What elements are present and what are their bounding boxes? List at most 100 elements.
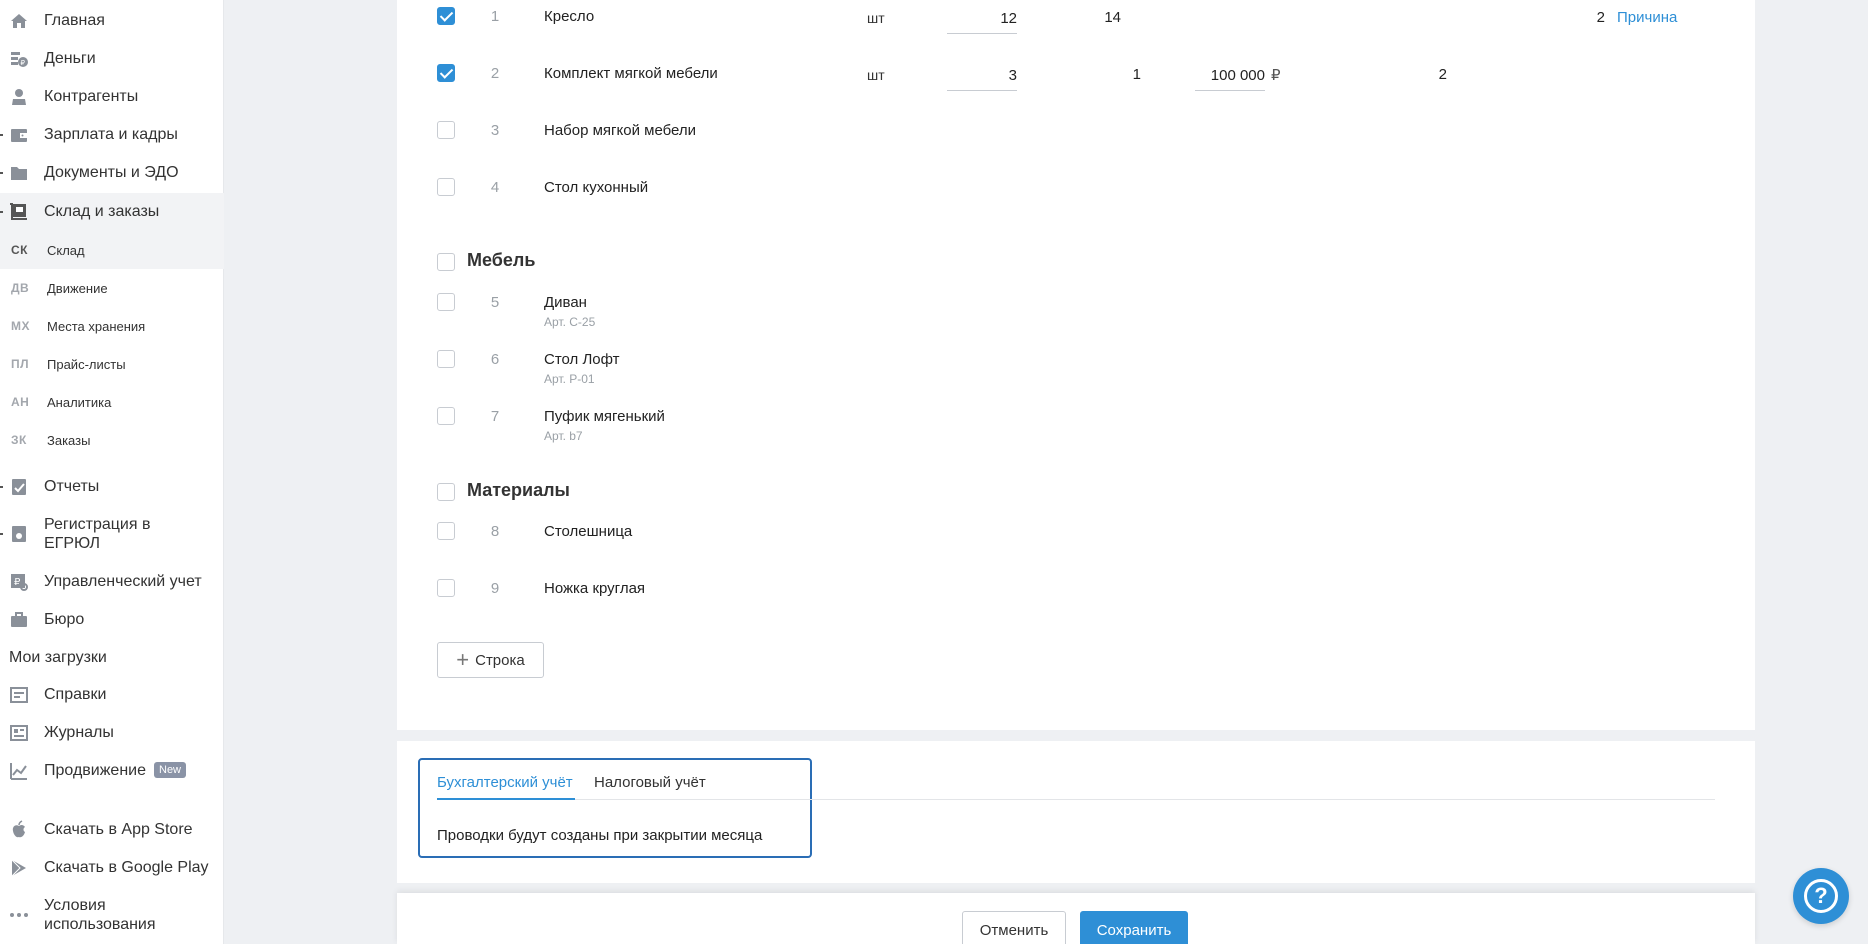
group-checkbox[interactable] (437, 253, 455, 271)
sidebar-item-label: Склад и заказы (44, 203, 160, 220)
sidebar-item-home[interactable]: Главная (0, 2, 224, 40)
sidebar-subitem-analytics[interactable]: АН Аналитика (0, 383, 224, 421)
accounting-card: Бухгалтерский учёт Налоговый учёт Провод… (397, 741, 1755, 883)
add-row-button[interactable]: + Строка (437, 642, 544, 678)
table-row: 6 Стол Лофт Арт. Р-01 (397, 348, 1755, 388)
row-checkbox[interactable] (437, 293, 455, 311)
row-checkbox[interactable] (437, 178, 455, 196)
sidebar-subitem-storage[interactable]: МХ Места хранения (0, 307, 224, 345)
references-icon (8, 684, 30, 706)
apple-icon (8, 819, 30, 841)
sidebar-item-salary[interactable]: Зарплата и кадры (0, 116, 224, 154)
table-row: 9 Ножка круглая (397, 579, 1755, 619)
row-checkbox[interactable] (437, 407, 455, 425)
sidebar-item-label: Зарплата и кадры (44, 126, 178, 143)
row-fact: 14 (1104, 9, 1121, 26)
subitem-abbr: ЗК (11, 433, 27, 447)
sidebar-item-money[interactable]: ₽ Деньги (0, 40, 224, 78)
add-row-label: Строка (475, 651, 525, 669)
sidebar-item-app-store[interactable]: Скачать в App Store (0, 811, 224, 849)
tab-tax[interactable]: Налоговый учёт (594, 774, 706, 791)
subitem-abbr: МХ (11, 319, 30, 333)
registration-icon (8, 523, 30, 545)
row-number: 8 (490, 523, 500, 540)
sidebar-subitem-sklad[interactable]: СК Склад (0, 231, 224, 269)
sidebar-item-google-play[interactable]: Скачать в Google Play (0, 849, 224, 887)
row-checkbox[interactable] (437, 64, 455, 82)
cancel-button[interactable]: Отменить (962, 911, 1066, 944)
sidebar-item-registration[interactable]: Регистрация в ЕГРЮЛ (0, 506, 224, 562)
sidebar-my-downloads[interactable]: Мои загрузки (9, 649, 107, 667)
currency-sign: ₽ (1271, 67, 1281, 84)
reason-link[interactable]: Причина (1617, 9, 1677, 26)
row-number: 1 (490, 8, 500, 25)
sidebar-item-label: Скачать в App Store (44, 821, 193, 838)
table-row: 7 Пуфик мягенький Арт. b7 (397, 405, 1755, 445)
row-unit: шт (867, 67, 885, 83)
help-button[interactable]: ? (1793, 868, 1849, 924)
table-row: 5 Диван Арт. С-25 (397, 291, 1755, 331)
sidebar-item-management[interactable]: ₽ Управленческий учет (0, 563, 224, 601)
save-button[interactable]: Сохранить (1080, 911, 1188, 944)
row-article: Арт. С-25 (544, 315, 596, 329)
row-diff: 2 (1596, 9, 1605, 26)
more-icon (8, 904, 30, 926)
row-checkbox[interactable] (437, 522, 455, 540)
sidebar: Главная ₽ Деньги Контрагенты Зарплата и … (0, 0, 224, 944)
row-name: Ножка круглая (544, 580, 646, 597)
sidebar-subitem-movement[interactable]: ДВ Движение (0, 269, 224, 307)
subitem-label: Места хранения (47, 318, 146, 334)
sidebar-subitem-orders[interactable]: ЗК Заказы (0, 421, 224, 459)
table-row: 4 Стол кухонный (397, 171, 1755, 211)
sidebar-item-contractors[interactable]: Контрагенты (0, 78, 224, 116)
sidebar-item-terms[interactable]: Условия использования (0, 887, 224, 943)
sidebar-item-warehouse[interactable]: Склад и заказы (0, 193, 224, 231)
subitem-label: Движение (47, 280, 108, 296)
tab-accounting[interactable]: Бухгалтерский учёт (437, 774, 573, 791)
sidebar-item-journals[interactable]: Журналы (0, 714, 224, 752)
quantity-input[interactable] (947, 61, 1017, 91)
row-number: 2 (490, 65, 500, 82)
action-footer: Отменить Сохранить (397, 893, 1755, 944)
row-name: Стол кухонный (544, 179, 649, 196)
inventory-table-card: 1 Кресло шт 14 2 Причина 2 Комплект мягк… (397, 0, 1755, 730)
row-checkbox[interactable] (437, 7, 455, 25)
sidebar-item-references[interactable]: Справки (0, 676, 224, 714)
row-name: Комплект мягкой мебели (544, 65, 718, 82)
sidebar-item-documents[interactable]: Документы и ЭДО (0, 154, 224, 192)
row-name: Столешница (544, 523, 633, 540)
row-number: 7 (490, 408, 500, 425)
sidebar-item-promotion[interactable]: Продвижение New (0, 752, 224, 790)
group-title: Материалы (467, 480, 570, 500)
quantity-input[interactable] (947, 4, 1017, 34)
sidebar-item-label: Управленческий учет (44, 573, 202, 590)
row-unit: шт (867, 10, 885, 26)
sidebar-subitem-pricelists[interactable]: ПЛ Прайс-листы (0, 345, 224, 383)
active-tab-underline (437, 798, 575, 800)
row-checkbox[interactable] (437, 350, 455, 368)
sidebar-item-reports[interactable]: Отчеты (0, 468, 224, 506)
sidebar-item-label: Продвижение New (44, 762, 187, 780)
sidebar-item-label: Справки (44, 686, 107, 703)
svg-text:₽: ₽ (14, 577, 21, 588)
help-icon: ? (1804, 879, 1838, 913)
subitem-abbr: СК (11, 243, 28, 257)
row-article: Арт. Р-01 (544, 372, 595, 386)
subitem-label: Аналитика (47, 394, 112, 410)
google-play-icon (8, 857, 30, 879)
row-name: Стол Лофт (544, 351, 620, 368)
price-input[interactable] (1195, 61, 1265, 91)
table-row: 8 Столешница (397, 522, 1755, 562)
sidebar-item-label: Условия использования (44, 897, 156, 933)
marker (0, 134, 3, 136)
sidebar-item-bureau[interactable]: Бюро (0, 601, 224, 639)
money-icon: ₽ (8, 48, 30, 70)
marker (0, 211, 3, 213)
subitem-label: Склад (47, 242, 85, 258)
briefcase-icon (8, 609, 30, 631)
row-checkbox[interactable] (437, 579, 455, 597)
row-checkbox[interactable] (437, 121, 455, 139)
warehouse-icon (8, 201, 30, 223)
group-checkbox[interactable] (437, 483, 455, 501)
promotion-label: Продвижение (44, 762, 146, 779)
